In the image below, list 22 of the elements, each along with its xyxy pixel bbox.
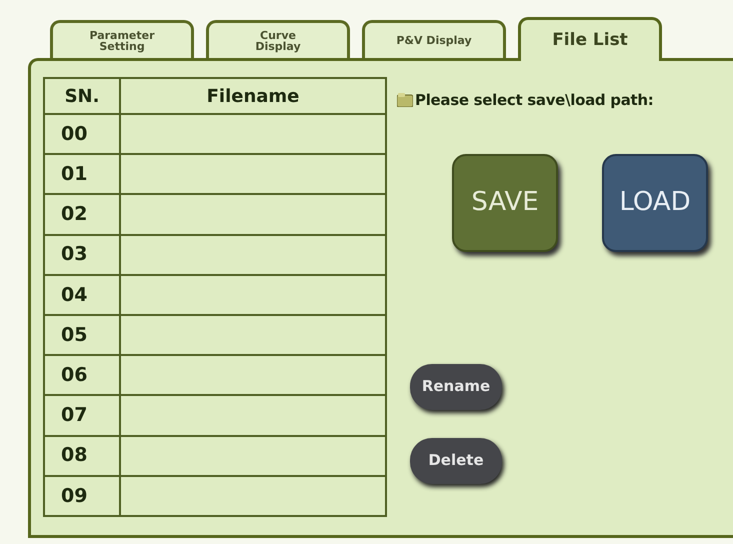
column-header: Filename	[206, 84, 300, 108]
action-button[interactable]: Rename	[410, 364, 502, 410]
table-cell: 04	[45, 276, 121, 314]
tab[interactable]: File List	[518, 17, 662, 61]
table-cell: 02	[45, 195, 121, 234]
folder-icon	[397, 93, 413, 108]
table-cell: 00	[45, 115, 121, 154]
table-cell: 05	[45, 316, 121, 354]
table-cell: 06	[45, 356, 121, 394]
path-prompt: Please select save\load path:	[415, 90, 654, 111]
table-cell: 08	[45, 436, 121, 475]
tab[interactable]: P&V Display	[362, 20, 506, 58]
load-button[interactable]: LOAD	[602, 154, 708, 252]
table-cell: 03	[45, 236, 121, 274]
table-cell: 09	[45, 476, 121, 516]
tab[interactable]: Curve Display	[206, 20, 350, 58]
table-cell: 01	[45, 155, 121, 194]
table-cell: 07	[45, 396, 121, 435]
action-button[interactable]: Delete	[410, 438, 502, 484]
save-button[interactable]: SAVE	[452, 154, 558, 252]
column-header: SN.	[45, 79, 121, 113]
tab[interactable]: Parameter Setting	[50, 20, 194, 58]
